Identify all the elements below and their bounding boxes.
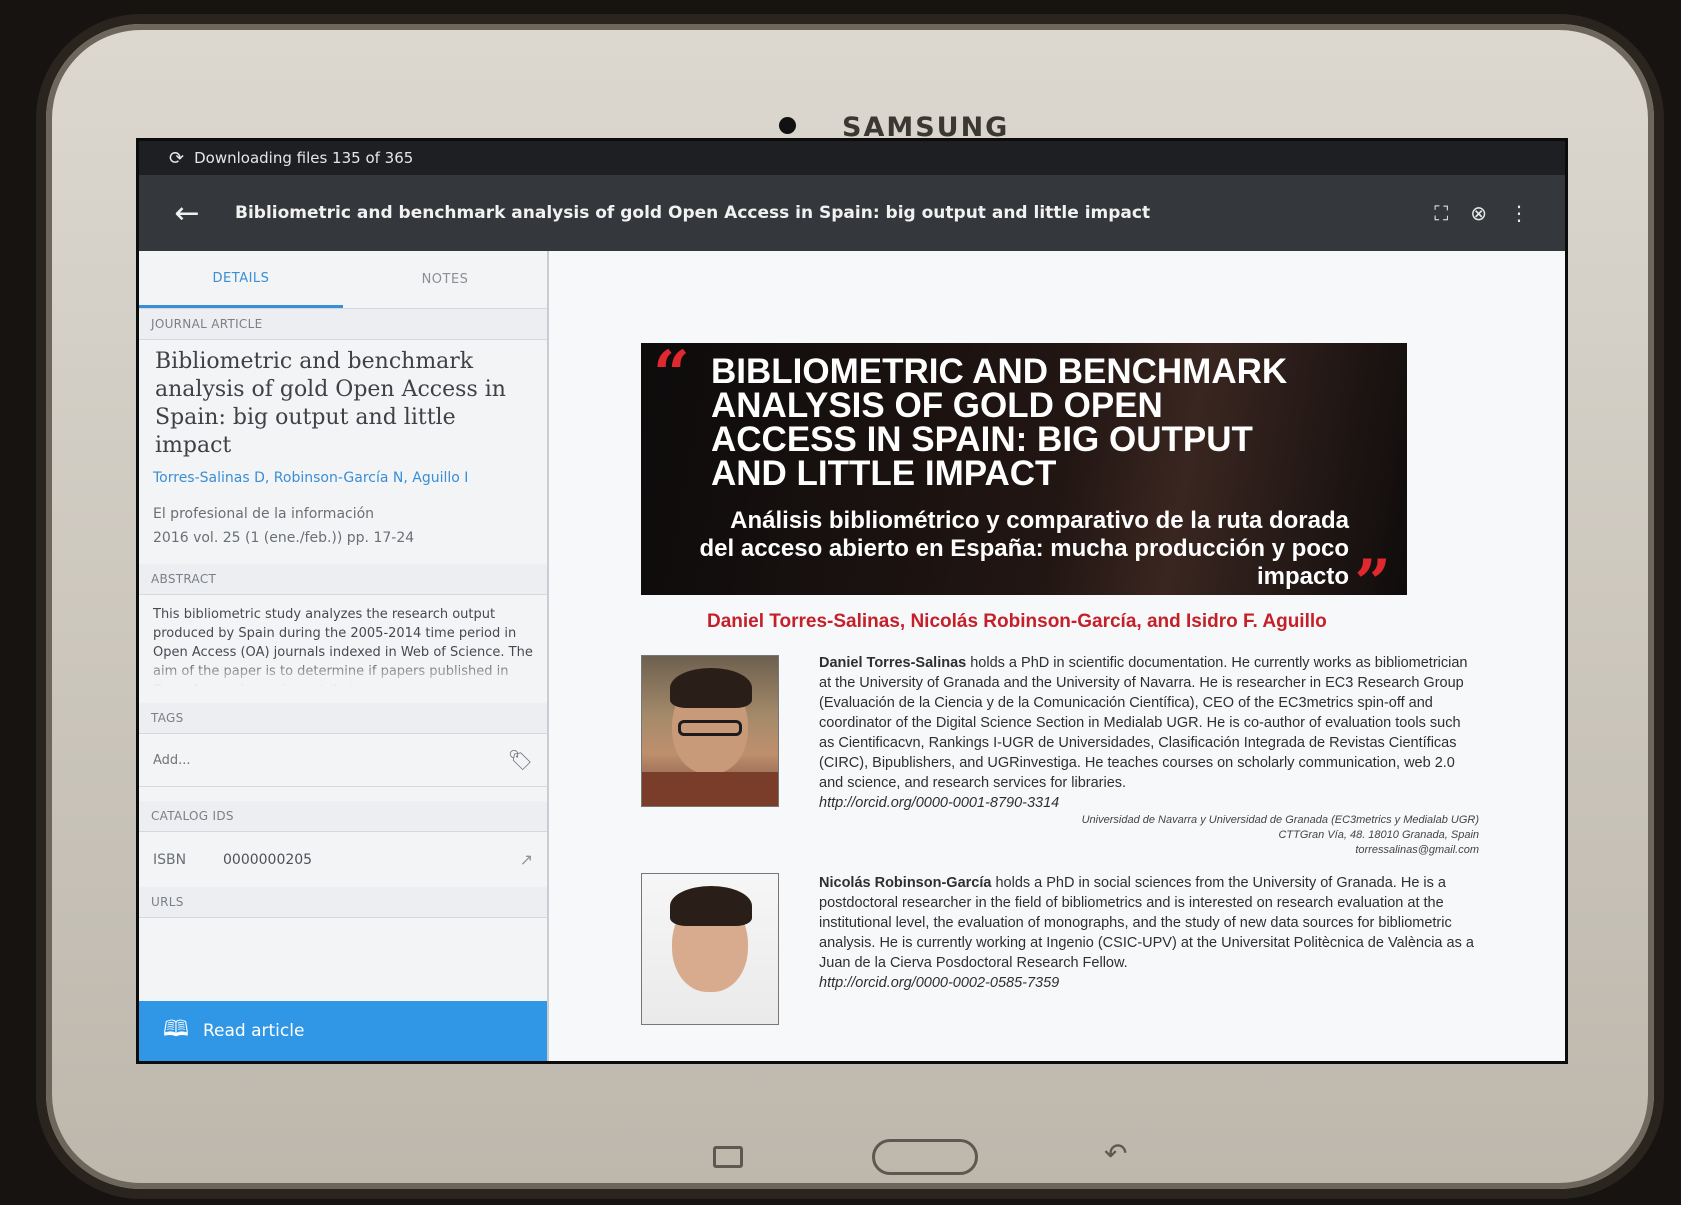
catalog-key: ISBN: [153, 851, 187, 868]
open-quote-icon: “: [653, 337, 690, 412]
pdf-reader[interactable]: “ BIBLIOMETRIC AND BENCHMARK ANALYSIS OF…: [549, 251, 1565, 1061]
status-bar: ⟳ Downloading files 135 of 365: [139, 141, 1565, 175]
details-tabs: DETAILS NOTES: [139, 251, 547, 309]
document-authors[interactable]: Torres-Salinas D, Robinson-García N, Agu…: [139, 464, 547, 492]
document-type-label: JOURNAL ARTICLE: [139, 309, 547, 340]
abstract-text[interactable]: This bibliometric study analyzes the res…: [139, 595, 547, 687]
book-icon: 🕮: [163, 1017, 189, 1042]
author-bio-2: Nicolás Robinson-García holds a PhD in s…: [819, 873, 1479, 993]
author-bio-1: Daniel Torres-Salinas holds a PhD in sci…: [819, 653, 1479, 813]
catalog-ids-label: CATALOG IDS: [139, 801, 547, 832]
sync-icon: ⟳: [169, 147, 185, 169]
article-authors-line: Daniel Torres-Salinas, Nicolás Robinson-…: [707, 611, 1327, 632]
abstract-label: ABSTRACT: [139, 564, 547, 595]
journal-name: El profesional de la información: [153, 506, 375, 522]
external-link-icon[interactable]: ↗: [520, 850, 533, 869]
download-status: Downloading files 135 of 365: [194, 149, 414, 167]
front-camera: [779, 117, 796, 134]
tags-label: TAGS: [139, 703, 547, 734]
author-bio-1-text: holds a PhD in scientific documentation.…: [819, 655, 1468, 791]
tags-input[interactable]: [153, 752, 413, 768]
tab-notes[interactable]: NOTES: [343, 251, 547, 308]
catalog-row: ISBN 0000000205 ↗: [139, 832, 547, 887]
author-bio-1-orcid[interactable]: http://orcid.org/0000-0001-8790-3314: [819, 795, 1059, 811]
more-options-icon[interactable]: ⋮: [1509, 201, 1529, 225]
app-bar: ← Bibliometric and benchmark analysis of…: [139, 175, 1565, 251]
author-affiliation-1: Universidad de Navarra y Universidad de …: [989, 813, 1479, 858]
recent-apps-button[interactable]: [713, 1146, 743, 1168]
fullscreen-icon[interactable]: ⛶: [1434, 201, 1448, 225]
author-bio-1-name: Daniel Torres-Salinas: [819, 655, 967, 671]
app-bar-title: Bibliometric and benchmark analysis of g…: [235, 203, 1151, 223]
urls-label: URLS: [139, 887, 547, 918]
app-bar-actions: ⛶ ⊗ ⋮: [1434, 201, 1565, 225]
read-article-button[interactable]: 🕮 Read article: [139, 1001, 547, 1061]
affiliation-1-line-1: Universidad de Navarra y Universidad de …: [1081, 814, 1479, 826]
back-hardware-button[interactable]: ↶: [1104, 1140, 1127, 1168]
banner-title: BIBLIOMETRIC AND BENCHMARK ANALYSIS OF G…: [711, 352, 1288, 493]
author-photo-1: [641, 655, 779, 807]
affiliation-1-line-3: torressalinas@gmail.com: [1355, 844, 1479, 856]
author-photo-2: [641, 873, 779, 1025]
back-arrow-icon[interactable]: ←: [139, 196, 235, 231]
home-button[interactable]: [872, 1139, 978, 1175]
article-banner: “ BIBLIOMETRIC AND BENCHMARK ANALYSIS OF…: [641, 337, 1407, 621]
close-reader-icon[interactable]: ⊗: [1470, 201, 1487, 225]
banner-subtitle: Análisis bibliométrico y comparativo de …: [699, 507, 1350, 590]
close-quote-icon: ”: [1354, 546, 1391, 621]
tags-row: 🏷: [139, 734, 547, 787]
details-panel: DETAILS NOTES JOURNAL ARTICLE Bibliometr…: [139, 251, 549, 1061]
citation-details: 2016 vol. 25 (1 (ene./feb.)) pp. 17-24: [153, 530, 415, 546]
affiliation-1-line-2: CTTGran Vía, 48. 18010 Granada, Spain: [1278, 829, 1479, 841]
read-article-label: Read article: [202, 1021, 305, 1041]
document-title[interactable]: Bibliometric and benchmark analysis of g…: [139, 340, 547, 464]
catalog-value: 0000000205: [223, 851, 313, 868]
add-tag-icon[interactable]: 🏷: [508, 748, 533, 772]
author-bio-2-name: Nicolás Robinson-García: [819, 875, 992, 891]
tab-details[interactable]: DETAILS: [139, 251, 343, 308]
author-bio-2-orcid[interactable]: http://orcid.org/0000-0002-0585-7359: [819, 975, 1059, 991]
tablet-screen: ⟳ Downloading files 135 of 365 ← Bibliom…: [136, 138, 1568, 1064]
